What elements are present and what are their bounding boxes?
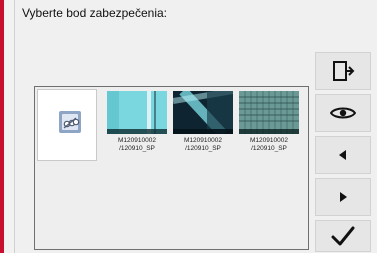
thumbnail-placeholder-icon	[56, 108, 84, 136]
thumbnail-image-1	[107, 91, 167, 134]
prev-button[interactable]	[315, 136, 371, 174]
thumbnail-image-2	[173, 91, 233, 134]
thumbnail-item-selected[interactable]	[37, 89, 97, 161]
right-toolbar	[315, 42, 371, 252]
right-arrow-icon	[335, 189, 351, 205]
exit-button[interactable]	[315, 52, 371, 90]
eye-icon	[330, 105, 356, 121]
thumbnail-caption-2: M120910002 /120910_SP	[184, 137, 222, 152]
thumbnail-item-2[interactable]: M120910002 /120910_SP	[173, 89, 233, 152]
thumbnail-caption-1: M120910002 /120910_SP	[118, 137, 156, 152]
thumbnail-item-1[interactable]: M120910002 /120910_SP	[107, 89, 167, 152]
exit-icon	[331, 59, 355, 83]
thumbnail-image-3	[239, 91, 299, 134]
left-arrow-icon	[335, 147, 351, 163]
app: Vyberte bod zabezpečenia: M120910002 /12…	[0, 0, 377, 253]
thumbnail-item-3[interactable]: M120910002 /120910_SP	[239, 89, 299, 152]
accent-bar	[0, 0, 4, 253]
thumbnail-caption-3: M120910002 /120910_SP	[250, 137, 288, 152]
next-button[interactable]	[315, 178, 371, 216]
view-button[interactable]	[315, 94, 371, 132]
checkmark-icon	[331, 225, 355, 247]
confirm-button[interactable]	[315, 220, 371, 252]
page-title: Vyberte bod zabezpečenia:	[22, 6, 167, 20]
thumbnail-panel: M120910002 /120910_SP M120910002 /120910…	[34, 86, 309, 250]
